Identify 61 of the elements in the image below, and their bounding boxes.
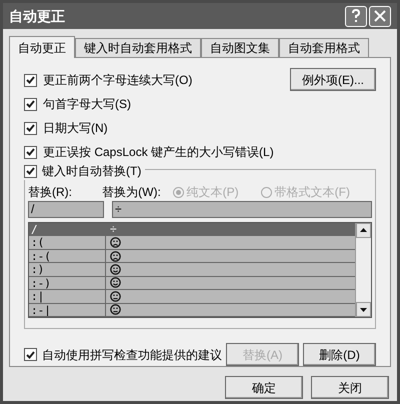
option-label: 句首字母大写(S) bbox=[43, 96, 131, 113]
replace-label: 替换(R): bbox=[28, 184, 73, 201]
smile-face-icon bbox=[110, 264, 121, 275]
list-cell: / bbox=[29, 223, 106, 236]
checkmark-icon bbox=[26, 148, 35, 156]
frown-face-icon bbox=[110, 237, 121, 248]
scroll-down-icon[interactable] bbox=[356, 302, 371, 317]
option-label: 自动使用拼写检查功能提供的建议 bbox=[42, 346, 222, 364]
checkbox[interactable] bbox=[24, 164, 37, 178]
list-row[interactable]: :-| bbox=[29, 304, 355, 317]
help-button[interactable] bbox=[345, 6, 367, 26]
list-cell: :-| bbox=[29, 304, 106, 316]
tab[interactable]: 自动更正 bbox=[9, 36, 75, 58]
list-row[interactable]: :( bbox=[29, 236, 355, 250]
checkbox[interactable] bbox=[24, 348, 37, 361]
scrollbar[interactable] bbox=[355, 223, 371, 317]
option-label: 更正误按 CapsLock 键产生的大小写错误(L) bbox=[43, 144, 274, 161]
help-icon bbox=[351, 9, 361, 23]
list-cell: :| bbox=[29, 290, 106, 302]
neutral-face-icon bbox=[110, 304, 121, 316]
scroll-up-icon[interactable] bbox=[356, 223, 371, 238]
close-dialog-button[interactable]: 关闭 bbox=[311, 376, 389, 399]
option-label: 更正前两个字母连续大写(O) bbox=[43, 72, 192, 89]
delete-button[interactable]: 删除(D) bbox=[303, 343, 376, 366]
smile-face-icon bbox=[110, 277, 121, 288]
ok-button[interactable]: 确定 bbox=[225, 376, 303, 399]
close-button[interactable] bbox=[369, 6, 391, 26]
list-cell: ÷ bbox=[110, 223, 117, 236]
with-field[interactable]: ÷ bbox=[112, 201, 372, 218]
checkmark-icon bbox=[26, 124, 35, 132]
checkmark-icon bbox=[26, 100, 35, 108]
list-row[interactable]: :-) bbox=[29, 276, 355, 290]
neutral-face-icon bbox=[110, 290, 121, 302]
tab[interactable]: 自动图文集 bbox=[201, 38, 279, 57]
checkbox[interactable] bbox=[24, 122, 37, 134]
option-label: 日期大写(N) bbox=[43, 120, 108, 137]
list-cell: :-( bbox=[29, 250, 106, 262]
list-cell: :) bbox=[29, 263, 106, 276]
list-cell: :-) bbox=[29, 276, 106, 290]
list-row[interactable]: :-( bbox=[29, 250, 355, 264]
checkbox[interactable] bbox=[24, 74, 37, 86]
group-label: 键入时自动替换(T) bbox=[42, 163, 142, 180]
radio-label: 带格式文本(F) bbox=[274, 184, 350, 201]
window-title: 自动更正 bbox=[9, 6, 65, 26]
frown-face-icon bbox=[110, 250, 121, 262]
list-row[interactable]: :) bbox=[29, 263, 355, 277]
radio-label: 纯文本(P) bbox=[186, 184, 239, 201]
list-row[interactable]: / ÷ bbox=[29, 223, 355, 236]
checkmark-icon bbox=[26, 167, 35, 175]
checkmark-icon bbox=[26, 350, 35, 358]
checkbox[interactable] bbox=[24, 146, 37, 158]
checkmark-icon bbox=[26, 76, 35, 84]
exceptions-button[interactable]: 例外项(E)... bbox=[290, 68, 376, 91]
close-icon bbox=[374, 10, 386, 22]
with-label: 替换为(W): bbox=[102, 184, 162, 201]
checkbox[interactable] bbox=[24, 98, 37, 110]
replace-field[interactable]: / bbox=[28, 201, 104, 218]
list-cell: :( bbox=[29, 236, 106, 249]
tab[interactable]: 键入时自动套用格式 bbox=[75, 38, 201, 57]
tab[interactable]: 自动套用格式 bbox=[279, 38, 369, 57]
list-row[interactable]: :| bbox=[29, 290, 355, 304]
